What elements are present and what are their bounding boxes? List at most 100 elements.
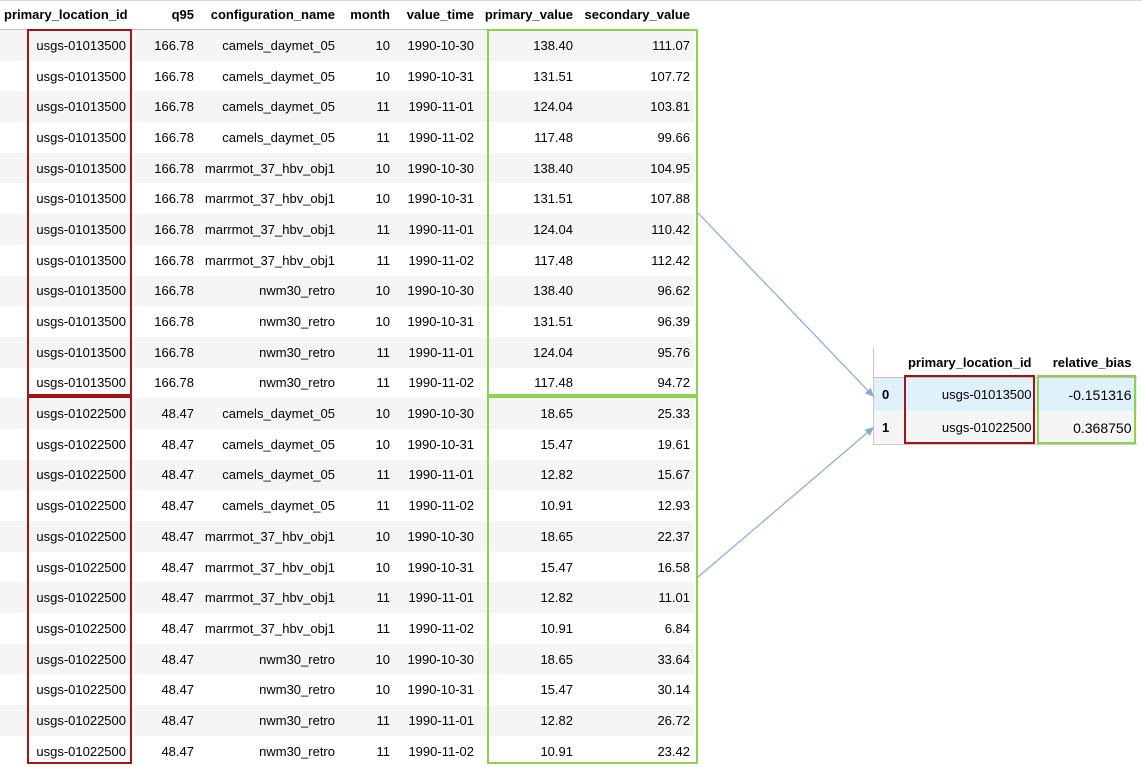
secondary-value-cell: 16.58 <box>577 551 694 583</box>
primary-value-cell: 131.51 <box>478 60 577 92</box>
q95-cell: 48.47 <box>130 735 198 767</box>
primary-value-cell: 18.65 <box>478 398 577 429</box>
secondary-value-cell: 96.62 <box>577 275 694 307</box>
secondary-value-cell: 12.93 <box>577 490 694 521</box>
month-cell: 11 <box>339 91 394 123</box>
location-id-cell: usgs-01022500 <box>0 459 130 491</box>
month-cell: 10 <box>339 29 394 61</box>
configuration-name-cell: marrmot_37_hbv_obj1 <box>198 551 339 583</box>
table-row: usgs-01013500 166.78 camels_daymet_05 10 199… <box>0 29 694 61</box>
value-time-cell: 1990-11-02 <box>394 613 478 644</box>
q95-cell: 48.47 <box>130 490 198 521</box>
q95-cell: 48.47 <box>130 582 198 614</box>
table-row: usgs-01013500 166.78 marrmot_37_hbv_obj1 10… <box>0 183 694 215</box>
configuration-name-cell: marrmot_37_hbv_obj1 <box>198 521 339 552</box>
location-id-cell: usgs-01013500 <box>0 122 130 153</box>
value-time-cell: 1990-10-30 <box>394 398 478 429</box>
q95-cell: 166.78 <box>130 29 198 61</box>
primary-value-cell: 15.47 <box>478 674 577 706</box>
value-time-cell: 1990-10-31 <box>394 674 478 706</box>
result-row-index: 0 <box>873 377 903 411</box>
configuration-name-cell: nwm30_retro <box>198 643 339 675</box>
result-relative-bias-cell: -0.151316 <box>1036 377 1137 411</box>
location-id-cell: usgs-01013500 <box>0 183 130 215</box>
table-row: usgs-01022500 48.47 marrmot_37_hbv_obj1 10 1… <box>0 551 694 583</box>
location-id-cell: usgs-01022500 <box>0 551 130 583</box>
result-header-row: primary_location_id relative_bias <box>873 347 1137 378</box>
month-cell: 11 <box>339 214 394 245</box>
location-id-cell: usgs-01022500 <box>0 521 130 552</box>
primary-value-cell: 10.91 <box>478 490 577 521</box>
column-header-secondary-value: secondary_value <box>577 0 694 30</box>
q95-cell: 166.78 <box>130 336 198 368</box>
location-id-cell: usgs-01013500 <box>0 152 130 184</box>
secondary-value-cell: 11.01 <box>577 582 694 614</box>
group-2-to-result-arrow <box>697 426 875 578</box>
month-cell: 10 <box>339 183 394 215</box>
month-cell: 10 <box>339 428 394 460</box>
configuration-name-cell: nwm30_retro <box>198 674 339 706</box>
location-id-cell: usgs-01013500 <box>0 60 130 92</box>
value-time-cell: 1990-10-30 <box>394 275 478 307</box>
result-index-header <box>873 347 903 378</box>
configuration-name-cell: nwm30_retro <box>198 306 339 337</box>
value-time-cell: 1990-10-31 <box>394 60 478 92</box>
location-id-cell: usgs-01013500 <box>0 275 130 307</box>
column-header-configuration-name: configuration_name <box>198 0 339 30</box>
table-row: usgs-01013500 166.78 nwm30_retro 11 1990-11-… <box>0 367 694 399</box>
q95-cell: 48.47 <box>130 705 198 736</box>
location-id-cell: usgs-01013500 <box>0 91 130 123</box>
configuration-name-cell: marrmot_37_hbv_obj1 <box>198 152 339 184</box>
location-id-cell: usgs-01013500 <box>0 367 130 399</box>
secondary-value-cell: 95.76 <box>577 336 694 368</box>
table-row: usgs-01013500 166.78 nwm30_retro 10 1990-10-… <box>0 275 694 307</box>
table-row: usgs-01013500 166.78 nwm30_retro 11 1990-11-… <box>0 336 694 368</box>
location-id-cell: usgs-01022500 <box>0 428 130 460</box>
configuration-name-cell: camels_daymet_05 <box>198 91 339 123</box>
primary-value-cell: 12.82 <box>478 582 577 614</box>
primary-value-cell: 117.48 <box>478 244 577 276</box>
value-time-cell: 1990-10-31 <box>394 306 478 337</box>
table-header-row: primary_location_id q95 configuration_na… <box>0 0 694 30</box>
primary-value-cell: 117.48 <box>478 122 577 153</box>
primary-value-cell: 138.40 <box>478 29 577 61</box>
primary-value-cell: 138.40 <box>478 275 577 307</box>
secondary-value-cell: 22.37 <box>577 521 694 552</box>
value-time-cell: 1990-11-01 <box>394 582 478 614</box>
q95-cell: 166.78 <box>130 244 198 276</box>
primary-value-cell: 12.82 <box>478 705 577 736</box>
table-row: usgs-01022500 48.47 camels_daymet_05 11 1990… <box>0 490 694 521</box>
secondary-value-cell: 23.42 <box>577 735 694 767</box>
secondary-value-cell: 112.42 <box>577 244 694 276</box>
location-id-cell: usgs-01022500 <box>0 705 130 736</box>
primary-value-cell: 131.51 <box>478 306 577 337</box>
q95-cell: 166.78 <box>130 122 198 153</box>
result-location-id-cell: usgs-01022500 <box>902 411 1037 445</box>
location-id-cell: usgs-01022500 <box>0 735 130 767</box>
value-time-cell: 1990-11-02 <box>394 244 478 276</box>
table-row: usgs-01022500 48.47 marrmot_37_hbv_obj1 11 1… <box>0 613 694 644</box>
q95-cell: 166.78 <box>130 214 198 245</box>
secondary-value-cell: 19.61 <box>577 428 694 460</box>
configuration-name-cell: nwm30_retro <box>198 336 339 368</box>
q95-cell: 48.47 <box>130 428 198 460</box>
table-row: usgs-01013500 166.78 marrmot_37_hbv_obj1 11… <box>0 244 694 276</box>
configuration-name-cell: camels_daymet_05 <box>198 459 339 491</box>
value-time-cell: 1990-10-30 <box>394 521 478 552</box>
primary-value-cell: 131.51 <box>478 183 577 215</box>
q95-cell: 48.47 <box>130 643 198 675</box>
configuration-name-cell: camels_daymet_05 <box>198 398 339 429</box>
primary-value-cell: 10.91 <box>478 735 577 767</box>
location-id-cell: usgs-01022500 <box>0 674 130 706</box>
month-cell: 11 <box>339 735 394 767</box>
location-id-cell: usgs-01013500 <box>0 336 130 368</box>
value-time-cell: 1990-11-02 <box>394 122 478 153</box>
configuration-name-cell: camels_daymet_05 <box>198 122 339 153</box>
group-1-to-result-arrow <box>697 212 875 398</box>
primary-value-cell: 18.65 <box>478 521 577 552</box>
month-cell: 10 <box>339 674 394 706</box>
primary-value-cell: 124.04 <box>478 91 577 123</box>
month-cell: 11 <box>339 459 394 491</box>
secondary-value-cell: 107.88 <box>577 183 694 215</box>
result-row: 0 usgs-01013500 -0.151316 <box>873 377 1137 411</box>
